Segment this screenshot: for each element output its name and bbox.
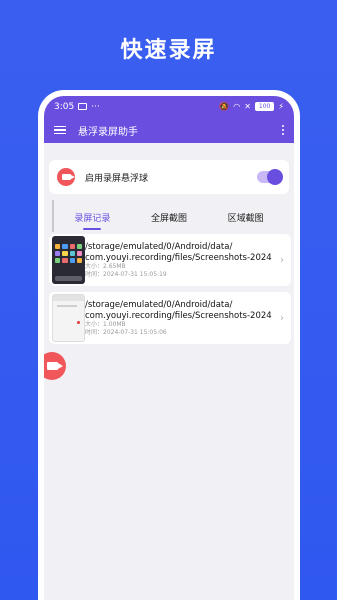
hero-title: 快速录屏 <box>120 38 217 63</box>
file-path-line2: com.youyi.recording/files/Screenshots-20… <box>85 310 272 321</box>
app-title: 悬浮录屏助手 <box>78 126 138 138</box>
switch-knob <box>267 169 283 185</box>
recording-thumbnail <box>52 294 85 342</box>
file-path-line2: com.youyi.recording/files/Screenshots-20… <box>85 252 272 263</box>
floating-ball-switch[interactable] <box>257 169 283 185</box>
file-path-line1: /storage/emulated/0/Android/data/ <box>85 299 233 310</box>
file-size: 大小：2.65MB <box>85 263 126 271</box>
chevron-right-icon: › <box>280 312 284 324</box>
floating-record-button[interactable] <box>44 352 66 380</box>
tab-bar: 录屏记录 全屏截图 区域截图 <box>54 204 284 232</box>
recording-item[interactable]: /storage/emulated/0/Android/data/ com.yo… <box>49 292 291 344</box>
more-options-icon[interactable] <box>282 125 284 135</box>
menu-icon[interactable] <box>54 125 66 135</box>
charging-icon: ⚡ <box>278 102 284 111</box>
app-screen: 3:05 ··· 🔕 ◠ ✕ 100 ⚡ 悬浮录屏助手 启用录屏悬浮球 录屏记录… <box>44 96 294 600</box>
recording-info: /storage/emulated/0/Android/data/ com.yo… <box>85 242 275 278</box>
status-time: 3:05 <box>54 101 75 112</box>
notification-icon <box>78 103 88 110</box>
floating-ball-toggle-card: 启用录屏悬浮球 <box>49 160 289 194</box>
floating-ball-label: 启用录屏悬浮球 <box>85 173 149 184</box>
app-bar: 悬浮录屏助手 <box>44 117 294 143</box>
battery-icon: 100 <box>254 102 275 111</box>
recording-item[interactable]: /storage/emulated/0/Android/data/ com.yo… <box>49 234 291 286</box>
wifi-icon: ◠ <box>233 102 241 111</box>
tab-region-capture[interactable]: 区域截图 <box>207 204 284 232</box>
phone-frame: 3:05 ··· 🔕 ◠ ✕ 100 ⚡ 悬浮录屏助手 启用录屏悬浮球 录屏记录… <box>38 90 300 600</box>
close-status-icon: ✕ <box>244 102 251 111</box>
record-icon <box>57 168 75 186</box>
more-notifications-icon: ··· <box>91 101 100 112</box>
chevron-right-icon: › <box>280 254 284 266</box>
file-path-line1: /storage/emulated/0/Android/data/ <box>85 241 233 252</box>
video-camera-icon <box>46 362 63 370</box>
tab-recordings[interactable]: 录屏记录 <box>54 204 131 232</box>
file-size: 大小：1.00MB <box>85 321 126 329</box>
recording-thumbnail <box>52 236 85 284</box>
tab-fullscreen-capture[interactable]: 全屏截图 <box>131 204 208 232</box>
file-time: 时间：2024-07-31 15:05:19 <box>85 270 167 278</box>
file-time: 时间：2024-07-31 15:05:06 <box>85 328 167 336</box>
status-bar: 3:05 ··· 🔕 ◠ ✕ 100 ⚡ <box>44 96 294 117</box>
mute-icon: 🔕 <box>219 102 230 111</box>
recording-info: /storage/emulated/0/Android/data/ com.yo… <box>85 300 275 336</box>
